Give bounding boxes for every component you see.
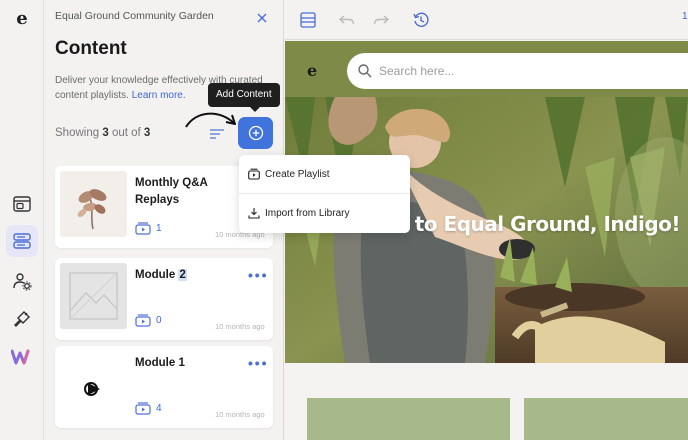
redo-icon[interactable] [372,11,390,29]
playlist-count-icon [135,402,151,415]
card-date: 10 months ago [215,322,265,331]
showing-count: Showing 3 out of 3 [55,127,150,139]
learn-more-link[interactable]: Learn more. [132,90,186,101]
more-options-icon[interactable]: • • • [248,356,267,370]
rail-pages-button[interactable] [6,188,38,220]
history-icon[interactable] [412,11,430,29]
rail-content-button[interactable] [6,225,38,257]
download-icon [248,208,260,219]
undo-icon[interactable] [338,11,356,29]
add-content-tooltip: Add Content [208,83,280,112]
card-item-count: 4 [156,403,162,414]
playlist-count-icon [135,222,151,235]
add-content-button[interactable] [238,117,273,149]
showing-prefix: Showing [55,127,100,139]
card-thumbnail [60,171,127,237]
menu-item-label: Import from Library [265,208,350,219]
rail-members-button[interactable] [6,265,38,297]
preview-search-bar[interactable] [347,53,688,89]
more-options-icon[interactable]: • • • [248,268,267,282]
content-list-icon [13,233,31,249]
org-name: Equal Ground Community Garden [55,10,214,22]
search-input[interactable] [379,61,679,81]
users-settings-icon [13,273,32,291]
curved-arrow-annotation [185,112,236,128]
showing-total: 3 [143,127,151,139]
rail-design-button[interactable] [6,303,38,335]
card-item-count: 1 [156,223,162,234]
plus-circle-icon [248,125,263,141]
content-tile[interactable] [307,398,510,440]
card-thumbnail [60,351,127,417]
layout-toggle-icon[interactable] [299,11,317,29]
brand-w-icon [11,349,30,365]
brush-icon [14,311,30,327]
search-icon [358,64,372,78]
menu-item-label: Create Playlist [265,169,330,180]
close-icon[interactable] [256,12,268,24]
card-thumbnail [60,263,127,329]
left-rail: e [0,0,44,440]
rail-brand-button[interactable] [6,341,38,373]
card-date: 10 months ago [215,410,265,419]
card-title-selected: 2 [178,269,187,281]
menu-item-create-playlist[interactable]: Create Playlist [239,155,410,194]
showing-number: 3 [102,127,109,139]
editor-toolbar: 1 [285,0,688,40]
toolbar-right-label[interactable]: 1 [682,11,688,22]
preview-logo[interactable]: e [307,61,325,80]
app-logo[interactable]: e [12,8,32,30]
playlist-card[interactable]: Module 2 • • • 0 10 months ago [55,258,273,340]
card-title-main: Module [135,269,179,281]
menu-item-import-library[interactable]: Import from Library [239,194,410,233]
pages-icon [13,196,31,212]
content-tile[interactable] [524,398,688,440]
site-preview: e Search here... to Equal Ground, Indigo… [285,41,688,440]
playlist-card[interactable]: Module 1 • • • 4 10 months ago [55,346,273,428]
play-logo-icon [60,351,127,417]
playlist-icon [248,168,260,180]
showing-mid: out of [111,127,141,139]
card-title: Module 1 [135,357,185,369]
add-content-menu: Create Playlist Import from Library [239,155,410,233]
preview-header: e [285,41,688,97]
card-title: Module 2 [135,267,235,284]
page-title: Content [55,38,127,59]
card-item-count: 0 [156,315,162,326]
card-title: Monthly Q&A Replays [135,177,208,206]
playlist-count-icon [135,314,151,327]
image-placeholder-icon [60,263,127,329]
plant-image [60,171,127,237]
